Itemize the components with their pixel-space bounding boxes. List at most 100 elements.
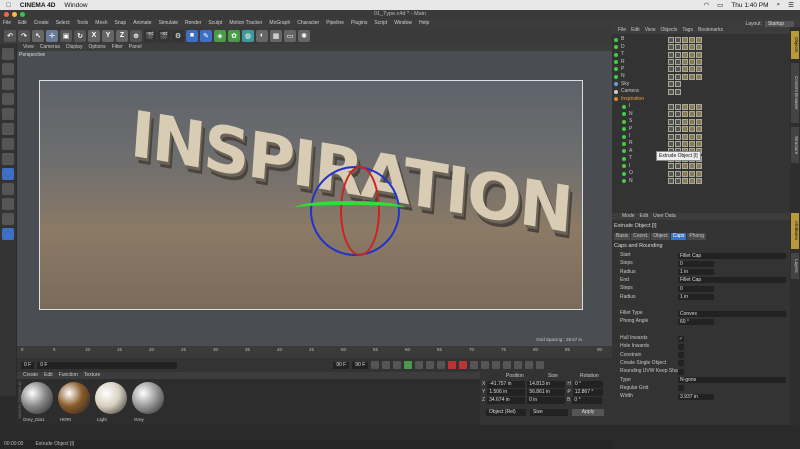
attribute-dropdown[interactable]: Convex: [678, 310, 786, 317]
edges-mode-icon[interactable]: [2, 123, 14, 135]
tab-object[interactable]: Object: [651, 233, 670, 240]
coords-position-field[interactable]: -41.757 in: [487, 381, 526, 388]
object-list-item[interactable]: P: [612, 66, 790, 73]
move-icon[interactable]: ✛: [46, 29, 58, 42]
pen-icon[interactable]: ✎: [200, 29, 212, 42]
material-tag-icon[interactable]: [689, 140, 695, 147]
live-select-icon[interactable]: ↖: [32, 29, 44, 42]
menu-plugins[interactable]: Plugins: [351, 19, 367, 27]
subdivision-icon[interactable]: ◈: [214, 29, 226, 42]
max-frame-field[interactable]: 90 F: [333, 361, 350, 369]
snap-icon[interactable]: [2, 183, 14, 195]
object-name[interactable]: P: [629, 126, 632, 133]
object-name[interactable]: I: [629, 163, 630, 170]
object-name[interactable]: O: [629, 170, 633, 177]
obj-menu-view[interactable]: View: [645, 27, 656, 34]
menu-create[interactable]: Create: [34, 19, 49, 27]
material-tag-icon[interactable]: [675, 36, 681, 43]
coords-size-field[interactable]: 56.861 in: [527, 389, 566, 396]
material-tag-icon[interactable]: [675, 111, 681, 118]
search-icon[interactable]: ⌕: [777, 1, 781, 9]
material-tag-icon[interactable]: [675, 163, 681, 170]
object-list-item[interactable]: D: [612, 43, 790, 51]
record-icon[interactable]: [448, 361, 457, 369]
object-name[interactable]: Inspiration: [621, 96, 644, 103]
minimize-window-icon[interactable]: [12, 12, 17, 17]
material-tag-icon[interactable]: [675, 73, 681, 80]
material-tag-icon[interactable]: [668, 103, 674, 110]
quantize-icon[interactable]: [2, 198, 14, 210]
menu-snap[interactable]: Snap: [115, 19, 127, 27]
attribute-checkbox[interactable]: [678, 352, 684, 359]
app-menu[interactable]: CINEMA 4D: [20, 2, 56, 9]
object-name[interactable]: N: [629, 178, 633, 185]
material-tag-icon[interactable]: [668, 59, 674, 66]
material-tag-icon[interactable]: [675, 103, 681, 110]
object-list-item[interactable]: Camera: [612, 88, 790, 95]
material-tag-icon[interactable]: [682, 111, 688, 118]
model-mode-icon[interactable]: [2, 63, 14, 75]
object-list-item[interactable]: T: [612, 51, 790, 58]
side-tab-content-browser[interactable]: Content Browser: [791, 63, 799, 123]
object-name[interactable]: N: [629, 111, 633, 118]
material-tag-icon[interactable]: [682, 51, 688, 58]
material-tag-icon[interactable]: [689, 66, 695, 73]
material-swatch[interactable]: [21, 382, 53, 414]
material-swatch[interactable]: [58, 382, 90, 414]
viewport-menu-options[interactable]: Options: [88, 44, 105, 51]
material-tag-icon[interactable]: [689, 51, 695, 58]
tweak-mode-icon[interactable]: [2, 168, 14, 180]
material-tag-icon[interactable]: [668, 88, 674, 95]
prev-key-icon[interactable]: [382, 361, 391, 369]
material-tag-icon[interactable]: [696, 170, 702, 177]
material-tag-icon[interactable]: [682, 59, 688, 66]
material-tag-icon[interactable]: [689, 178, 695, 185]
object-name[interactable]: I: [629, 103, 630, 110]
material-tag-icon[interactable]: [668, 36, 674, 43]
material-tag-icon[interactable]: [675, 118, 681, 125]
material-tag-icon[interactable]: [682, 103, 688, 110]
object-list-item[interactable]: I: [612, 133, 790, 140]
material-tag-icon[interactable]: [689, 103, 695, 110]
material-tag-icon[interactable]: [689, 126, 695, 133]
material-tag-icon[interactable]: [689, 111, 695, 118]
material-tag-icon[interactable]: [689, 73, 695, 80]
material-tag-icon[interactable]: [668, 118, 674, 125]
play-icon[interactable]: [404, 361, 413, 369]
battery-icon[interactable]: ▭: [717, 1, 723, 9]
prev-frame-icon[interactable]: [393, 361, 402, 369]
material-tag-icon[interactable]: [668, 140, 674, 147]
material-menu-create[interactable]: Create: [23, 372, 38, 379]
clock[interactable]: Thu 1:40 PM: [731, 2, 768, 9]
wifi-icon[interactable]: ◠: [703, 1, 709, 9]
obj-menu-edit[interactable]: Edit: [631, 27, 640, 34]
rotate-icon[interactable]: ↻: [74, 29, 86, 42]
material-tag-icon[interactable]: [689, 44, 695, 51]
points-mode-icon[interactable]: [2, 108, 14, 120]
object-name[interactable]: R: [621, 59, 625, 66]
coords-position-field[interactable]: 1.506 in: [487, 389, 526, 396]
attribute-number-field[interactable]: 0: [678, 285, 714, 292]
material-tag-icon[interactable]: [668, 51, 674, 58]
material-tag-icon[interactable]: [696, 36, 702, 43]
object-list-item[interactable]: I: [612, 163, 790, 170]
object-list-item[interactable]: O: [612, 170, 790, 177]
material-tag-icon[interactable]: [689, 163, 695, 170]
material-tag-icon[interactable]: [696, 73, 702, 80]
go-to-start-icon[interactable]: [371, 361, 380, 369]
material-tag-icon[interactable]: [675, 126, 681, 133]
obj-menu-bookmarks[interactable]: Bookmarks: [698, 27, 723, 34]
object-name[interactable]: T: [621, 51, 624, 58]
material-menu-function[interactable]: Function: [59, 372, 78, 379]
object-name[interactable]: B: [621, 36, 624, 43]
apple-icon[interactable]: : [6, 2, 11, 9]
object-name[interactable]: I: [629, 133, 630, 140]
floor-icon[interactable]: ▦: [270, 29, 282, 42]
attr-menu-user-data[interactable]: User Data: [653, 213, 676, 220]
scale-key-icon[interactable]: [492, 361, 501, 369]
cube-icon[interactable]: ■: [186, 29, 198, 42]
side-tab-objects[interactable]: Objects: [791, 31, 799, 59]
material-tag-icon[interactable]: [675, 178, 681, 185]
go-to-end-icon[interactable]: [437, 361, 446, 369]
material-tag-icon[interactable]: [696, 51, 702, 58]
